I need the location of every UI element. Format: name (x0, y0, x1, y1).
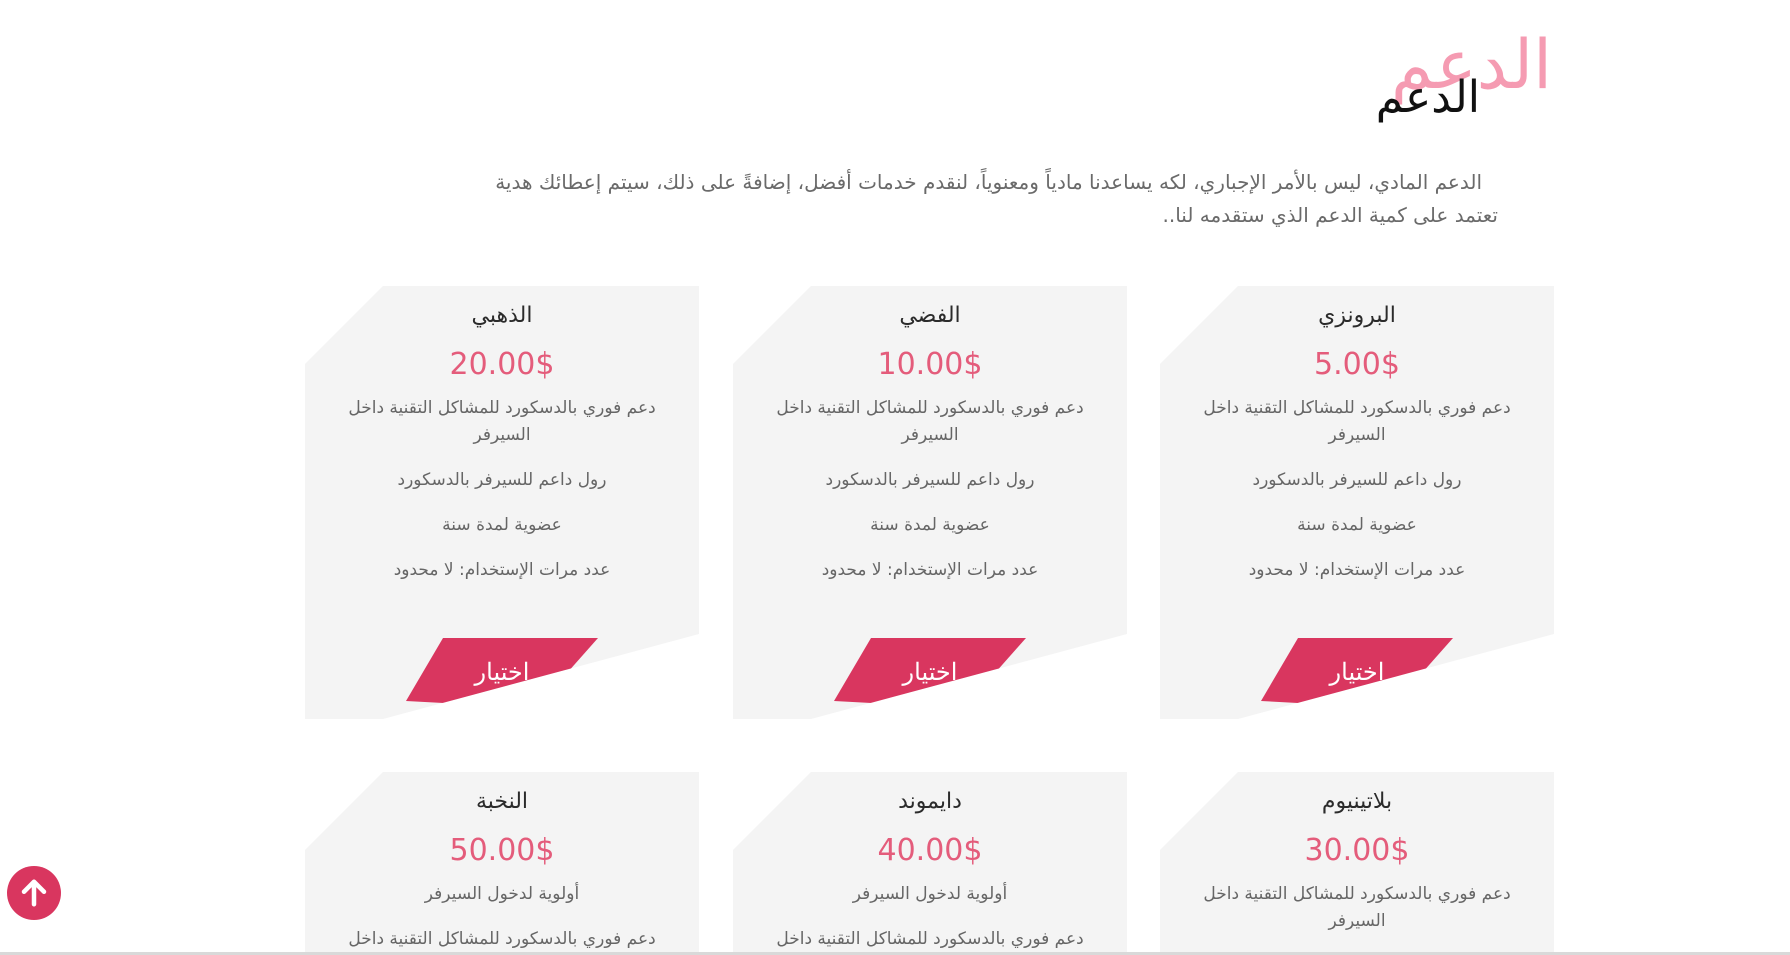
plan-feature: رول داعم للسيرفر بالدسكورد (825, 470, 1035, 490)
plan-features: دعم فوري بالدسكورد للمشاكل التقنية داخل … (759, 395, 1101, 602)
plan-name: البرونزي (1318, 303, 1396, 328)
plan-name: الذهبي (471, 303, 533, 328)
plan-feature: عضوية لمدة سنة (870, 515, 990, 535)
plan-price: 10.00$ (877, 347, 983, 382)
plan-card-elite: النخبة 50.00$ أولوية لدخول السيرفر دعم ف… (305, 772, 699, 955)
plan-feature: دعم فوري بالدسكورد للمشاكل التقنية داخل … (1203, 398, 1511, 445)
plan-feature: رول داعم للسيرفر بالدسكورد (1252, 470, 1462, 490)
select-plan-button[interactable]: إختيار (406, 638, 598, 708)
plan-feature: دعم فوري بالدسكورد للمشاكل التقنية داخل (776, 929, 1084, 949)
plan-feature: عضوية لمدة سنة (1297, 515, 1417, 535)
plan-feature: دعم فوري بالدسكورد للمشاكل التقنية داخل (348, 929, 656, 949)
plan-features: دعم فوري بالدسكورد للمشاكل التقنية داخل … (1186, 395, 1528, 602)
plan-feature: أولوية لدخول السيرفر (424, 884, 580, 904)
scroll-to-top-button[interactable] (7, 866, 61, 920)
plan-name: الفضي (899, 303, 961, 328)
intro-line: تعتمد على كمية الدعم الذي ستقدمه لنا.. (1162, 203, 1499, 227)
section-intro: الدعم المادي، ليس بالأمر الإجباري، لكه ي… (382, 166, 1498, 232)
plan-name: بلاتينيوم (1321, 789, 1393, 814)
plan-feature: دعم فوري بالدسكورد للمشاكل التقنية داخل … (776, 398, 1084, 445)
plan-card-platinum: بلاتينيوم 30.00$ دعم فوري بالدسكورد للمش… (1160, 772, 1554, 955)
plan-price: 50.00$ (449, 833, 555, 868)
arrow-up-icon (21, 879, 47, 907)
plan-price: 20.00$ (449, 347, 555, 382)
plan-price: 5.00$ (1314, 347, 1400, 382)
plan-feature: عضوية لمدة سنة (442, 515, 562, 535)
plan-feature: رول داعم للسيرفر بالدسكورد (397, 470, 607, 490)
plan-feature: دعم فوري بالدسكورد للمشاكل التقنية داخل … (1203, 884, 1511, 931)
plan-features: دعم فوري بالدسكورد للمشاكل التقنية داخل … (1186, 881, 1528, 953)
plan-feature: دعم فوري بالدسكورد للمشاكل التقنية داخل … (348, 398, 656, 445)
support-page: الدعم الدعم الدعم المادي، ليس بالأمر الإ… (0, 0, 1790, 955)
plan-card-bronze: البرونزي 5.00$ دعم فوري بالدسكورد للمشاك… (1160, 286, 1554, 719)
plan-features: أولوية لدخول السيرفر دعم فوري بالدسكورد … (331, 881, 673, 955)
plan-price: 40.00$ (877, 833, 983, 868)
select-plan-button[interactable]: إختيار (834, 638, 1026, 708)
plan-card-diamond: دايموند 40.00$ أولوية لدخول السيرفر دعم … (733, 772, 1127, 955)
plan-card-gold: الذهبي 20.00$ دعم فوري بالدسكورد للمشاكل… (305, 286, 699, 719)
section-title: الدعم (1375, 72, 1480, 123)
intro-line: الدعم المادي، ليس بالأمر الإجباري، لكه ي… (495, 170, 1482, 194)
select-plan-button[interactable]: إختيار (1261, 638, 1453, 708)
plan-card-silver: الفضي 10.00$ دعم فوري بالدسكورد للمشاكل … (733, 286, 1127, 719)
plan-features: أولوية لدخول السيرفر دعم فوري بالدسكورد … (759, 881, 1101, 955)
plan-feature: أولوية لدخول السيرفر (852, 884, 1008, 904)
plan-feature: عدد مرات الإستخدام: لا محدود (821, 560, 1039, 580)
plan-features: دعم فوري بالدسكورد للمشاكل التقنية داخل … (331, 395, 673, 602)
plan-feature: عدد مرات الإستخدام: لا محدود (393, 560, 611, 580)
plan-name: دايموند (898, 789, 962, 814)
plan-name: النخبة (475, 789, 529, 814)
section-heading: الدعم الدعم (1152, 28, 1552, 128)
plan-price: 30.00$ (1304, 833, 1410, 868)
plan-feature: عدد مرات الإستخدام: لا محدود (1248, 560, 1466, 580)
